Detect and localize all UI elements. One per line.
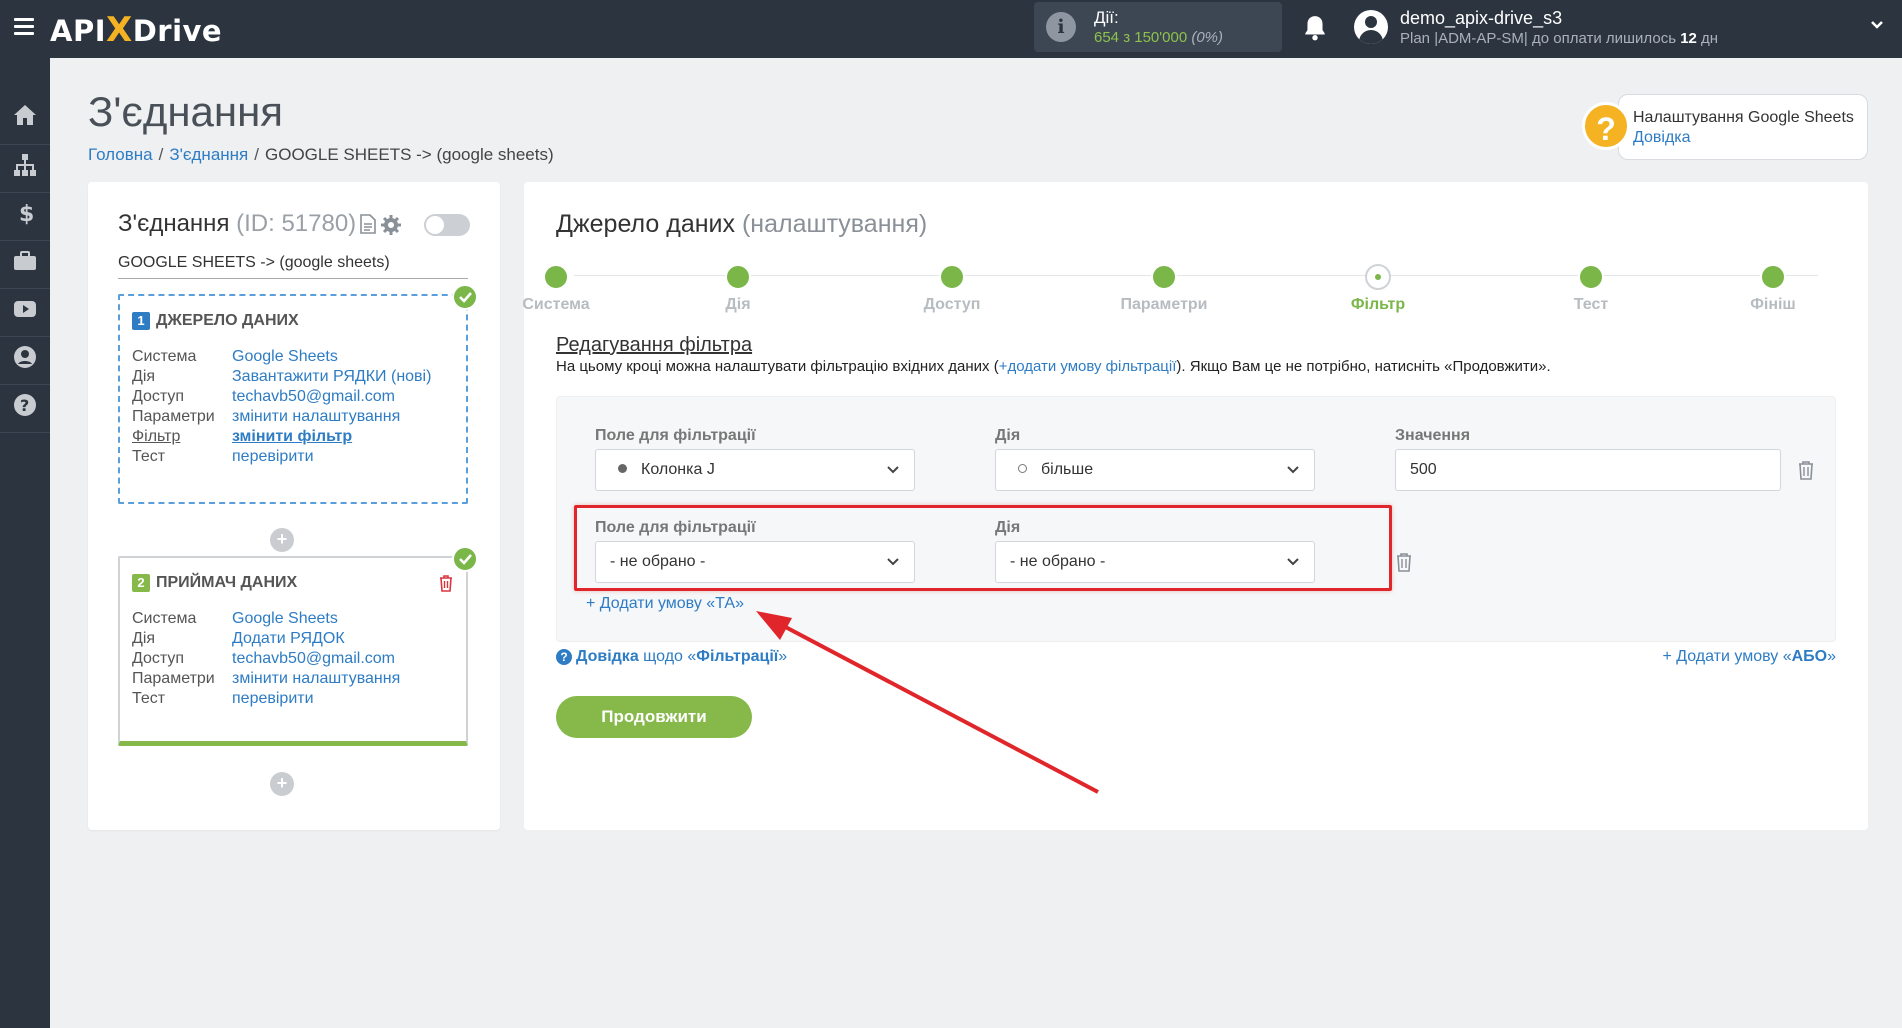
source-row-system: Система Google Sheets [132, 348, 338, 365]
breadcrumb-home[interactable]: Головна [88, 145, 153, 164]
info-icon: i [1046, 12, 1076, 42]
help-title: Налаштування Google Sheets [1633, 109, 1854, 126]
trash-icon[interactable] [1797, 460, 1815, 480]
avatar[interactable] [1354, 10, 1388, 44]
actions-label: Дії: [1094, 8, 1119, 27]
add-or-condition-button[interactable]: + Додати умову «АБО» [1662, 648, 1836, 666]
breadcrumb-current: GOOGLE SHEETS -> (google sheets) [265, 145, 554, 164]
receiver-row-system: Система Google Sheets [132, 610, 338, 627]
trash-icon[interactable] [438, 574, 454, 592]
question-icon: ? [556, 649, 572, 665]
filter-action-select[interactable]: більше [995, 449, 1315, 491]
sidebar: $ ? [0, 58, 50, 1028]
check-icon [452, 284, 478, 310]
edit-filter-description: На цьому кроці можна налаштувати фільтра… [556, 358, 1551, 375]
receiver-row-access: Доступ techavb50@gmail.com [132, 650, 395, 667]
help-link[interactable]: Довідка [1633, 129, 1691, 147]
continue-button[interactable]: Продовжити [556, 696, 752, 738]
edit-filter-title: Редагування фільтра [556, 334, 753, 356]
highlight-box [574, 505, 1392, 591]
panel-title: Джерело даних (налаштування) [556, 210, 928, 238]
source-row-test: Тест перевірити [132, 448, 314, 465]
connection-panel: З'єднання (ID: 51780) GOOGLE SHEETS -> (… [88, 182, 500, 830]
filter-help-link[interactable]: ? Довідка щодо «Фільтрації» [556, 648, 787, 666]
receiver-row-params: Параметри змінити налаштування [132, 670, 401, 687]
receiver-header: 2 ПРИЙМАЧ ДАНИХ [132, 574, 297, 592]
step-action[interactable]: Дія [668, 264, 808, 314]
top-bar: APIXDrive i Дії: 654 з 150'000 (0%) demo… [0, 0, 1902, 58]
dollar-icon[interactable]: $ [12, 200, 38, 226]
filter-field-select[interactable]: Колонка J [595, 449, 915, 491]
chevron-down-icon [887, 466, 899, 474]
filter-value-input[interactable]: 500 [1395, 449, 1781, 491]
logo[interactable]: APIXDrive [50, 10, 222, 50]
step-params[interactable]: Параметри [1094, 264, 1234, 314]
source-card[interactable]: 1 ДЖЕРЕЛО ДАНИХ Система Google Sheets Дія З… [118, 284, 478, 504]
add-filter-condition-link[interactable]: +додати умову фільтрації [999, 358, 1177, 375]
menu-icon[interactable] [14, 18, 34, 35]
receiver-card[interactable]: 2 ПРИЙМАЧ ДАНИХ Система Google Sheets Дія Д… [118, 546, 478, 746]
source-row-filter: Фільтр змінити фільтр [132, 428, 353, 445]
check-icon [452, 546, 478, 572]
document-icon[interactable] [360, 214, 376, 234]
source-header: 1 ДЖЕРЕЛО ДАНИХ [132, 312, 299, 330]
svg-text:?: ? [20, 396, 29, 415]
gear-icon[interactable] [380, 214, 402, 236]
step-test[interactable]: Тест [1521, 264, 1661, 314]
step-finish[interactable]: Фініш [1703, 264, 1843, 314]
source-row-params: Параметри змінити налаштування [132, 408, 401, 425]
step-access[interactable]: Доступ [882, 264, 1022, 314]
briefcase-icon[interactable] [12, 248, 38, 274]
field-label: Поле для фільтрації [595, 427, 756, 444]
user-icon[interactable] [12, 344, 38, 370]
add-and-condition-button[interactable]: + Додати умову «ТА» [586, 595, 744, 613]
home-icon[interactable] [12, 102, 38, 128]
value-label: Значення [1395, 427, 1471, 444]
sitemap-icon[interactable] [12, 152, 38, 178]
actions-counter: i Дії: 654 з 150'000 (0%) [1034, 2, 1282, 52]
user-name[interactable]: demo_apix-drive_s3 [1400, 8, 1562, 29]
actions-value: 654 з 150'000 (0%) [1094, 29, 1224, 46]
chevron-down-icon[interactable] [1870, 18, 1884, 32]
source-row-action: Дія Завантажити РЯДКИ (нові) [132, 368, 432, 385]
receiver-row-test: Тест перевірити [132, 690, 314, 707]
add-step-button[interactable]: + [270, 528, 294, 552]
question-icon[interactable]: ? [1582, 102, 1630, 150]
youtube-icon[interactable] [12, 296, 38, 322]
step-filter[interactable]: Фільтр [1308, 264, 1448, 314]
source-row-access: Доступ techavb50@gmail.com [132, 388, 395, 405]
breadcrumb-connections[interactable]: З'єднання [169, 145, 248, 164]
chevron-down-icon [1287, 466, 1299, 474]
bell-icon[interactable] [1302, 14, 1328, 42]
action-label: Дія [995, 427, 1021, 444]
receiver-row-action: Дія Додати РЯДОК [132, 630, 345, 647]
help-box[interactable]: Налаштування Google Sheets Довідка [1618, 94, 1868, 160]
breadcrumb: Головна / З'єднання / GOOGLE SHEETS -> (goog… [88, 145, 554, 164]
connection-title: З'єднання (ID: 51780) [118, 210, 357, 237]
connection-subtitle: GOOGLE SHEETS -> (google sheets) [118, 254, 468, 279]
connection-toggle[interactable] [424, 214, 470, 236]
svg-text:$: $ [19, 202, 34, 226]
help-icon[interactable]: ? [12, 392, 38, 418]
step-system[interactable]: Система [486, 264, 626, 314]
add-step-button[interactable]: + [270, 772, 294, 796]
page-title: З'єднання [88, 88, 284, 135]
trash-icon[interactable] [1395, 552, 1413, 572]
user-plan: Plan |ADM-AP-SM| до оплати лишилось 12 д… [1400, 30, 1719, 47]
